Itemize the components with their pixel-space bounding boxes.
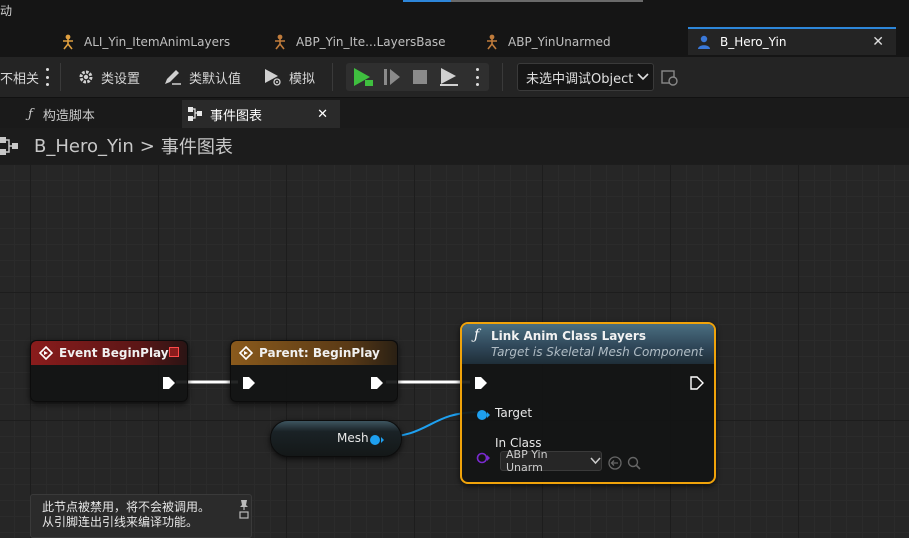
toolbar-divider	[60, 63, 61, 91]
event-graph-canvas[interactable]: Event BeginPlay Parent: BeginPlay Mesh ƒ…	[0, 164, 909, 538]
node-title: Link Anim Class Layers	[491, 329, 646, 343]
event-graph-icon	[188, 107, 202, 121]
event-graph-icon	[0, 136, 20, 156]
breadcrumb-separator: >	[139, 135, 155, 157]
eject-possess-icon[interactable]	[439, 67, 459, 91]
class-settings-button[interactable]: 类设置	[77, 57, 140, 97]
simulate-button[interactable]: 模拟	[263, 57, 315, 97]
exec-in-pin[interactable]	[474, 375, 488, 394]
tab-label: 构造脚本	[42, 108, 95, 124]
tooltip-line-1: 此节点被禁用，将不会被调用。	[42, 500, 211, 514]
gear-icon	[77, 68, 95, 86]
disabled-node-tooltip: 此节点被禁用，将不会被调用。 从引脚连出引线来编译功能。	[30, 494, 252, 538]
close-icon[interactable]: ✕	[872, 34, 884, 50]
use-selected-asset-icon[interactable]	[608, 455, 622, 474]
delegate-pin-icon[interactable]	[169, 347, 179, 357]
function-icon: ƒ	[474, 327, 480, 343]
play-controls	[346, 63, 489, 91]
function-icon: ƒ	[28, 106, 33, 122]
anim-blueprint-icon	[272, 34, 288, 50]
active-indicator	[403, 0, 451, 2]
tooltip-line-2: 从引脚连出引线来编译功能。	[42, 515, 199, 529]
toolbar-divider	[502, 63, 503, 91]
tab-label: ABP_Yin_Ite...LayersBase	[296, 35, 446, 49]
node-title: Event BeginPlay	[59, 346, 169, 360]
target-pin[interactable]	[476, 406, 490, 425]
node-mesh-getter[interactable]: Mesh	[270, 420, 402, 457]
class-settings-label: 类设置	[101, 71, 141, 87]
toolbar-clipped-label: 不相关	[0, 71, 40, 87]
kebab-menu-icon[interactable]	[474, 67, 480, 87]
skip-frame-icon[interactable]	[383, 68, 401, 90]
tab-abp-yin-itemlayersbase[interactable]: ABP_Yin_Ite...LayersBase	[272, 27, 446, 57]
tab-b-hero-yin[interactable]: B_Hero_Yin ✕	[688, 27, 896, 55]
tab-label: B_Hero_Yin	[720, 35, 787, 49]
node-link-anim-class-layers[interactable]: ƒ Link Anim Class Layers Target is Skele…	[460, 322, 716, 484]
tab-construction-script[interactable]: ƒ 构造脚本	[22, 100, 174, 128]
graph-tab-bar: ƒ 构造脚本 事件图表 ✕	[0, 98, 909, 128]
blueprint-toolbar: 不相关 类设置 类默认值 模拟 未选中调试Object	[0, 57, 909, 98]
character-blueprint-icon	[696, 34, 712, 50]
inactive-indicator	[451, 0, 643, 2]
edit-defaults-icon	[163, 68, 183, 86]
exec-in-pin[interactable]	[242, 375, 256, 394]
debug-object-label: 未选中调试Object	[526, 71, 634, 87]
class-pin[interactable]	[476, 449, 490, 468]
search-icon[interactable]	[627, 455, 641, 474]
asset-tab-bar: ALI_Yin_ItemAnimLayers ABP_Yin_Ite...Lay…	[0, 27, 909, 57]
class-defaults-label: 类默认值	[189, 71, 242, 87]
breadcrumb-current: 事件图表	[160, 137, 233, 158]
tab-label: ALI_Yin_ItemAnimLayers	[84, 35, 231, 49]
exec-out-pin[interactable]	[162, 375, 176, 394]
anim-layer-icon	[60, 34, 76, 50]
play-icon[interactable]	[352, 67, 374, 91]
node-header: ƒ Link Anim Class Layers Target is Skele…	[462, 324, 714, 364]
kebab-menu-icon[interactable]	[44, 67, 50, 87]
node-parent-beginplay[interactable]: Parent: BeginPlay	[230, 340, 398, 402]
target-label: Target	[495, 406, 533, 420]
chevron-down-icon	[590, 457, 601, 465]
event-icon	[239, 346, 253, 360]
node-title: Parent: BeginPlay	[259, 346, 380, 360]
simulate-label: 模拟	[289, 71, 316, 87]
breadcrumb: B_Hero_Yin > 事件图表	[0, 128, 909, 164]
node-header: Parent: BeginPlay	[231, 341, 397, 365]
debug-object-dropdown[interactable]: 未选中调试Object	[517, 63, 654, 91]
close-icon[interactable]: ✕	[317, 107, 328, 122]
toolbar-clipped-button[interactable]: 不相关	[0, 57, 39, 97]
class-defaults-button[interactable]: 类默认值	[163, 57, 241, 97]
menu-fragment: 动	[0, 4, 13, 18]
tab-event-graph[interactable]: 事件图表 ✕	[182, 100, 340, 128]
node-subtitle: Target is Skeletal Mesh Component	[491, 345, 704, 359]
breadcrumb-root[interactable]: B_Hero_Yin	[34, 136, 134, 157]
simulate-icon	[263, 67, 283, 87]
mesh-label: Mesh	[337, 431, 369, 445]
anim-blueprint-icon	[484, 34, 500, 50]
event-icon	[39, 346, 53, 360]
in-class-value: ABP Yin Unarm	[506, 448, 548, 474]
exec-out-pin[interactable]	[370, 375, 384, 394]
node-event-beginplay[interactable]: Event BeginPlay	[30, 340, 188, 402]
in-class-dropdown[interactable]: ABP Yin Unarm	[500, 448, 602, 474]
tab-abp-yinunarmed[interactable]: ABP_YinUnarmed	[484, 27, 611, 57]
tab-ali-yin-itemanimlayers[interactable]: ALI_Yin_ItemAnimLayers	[60, 27, 230, 57]
stop-icon[interactable]	[412, 69, 428, 89]
tab-label: 事件图表	[210, 108, 263, 124]
object-out-pin[interactable]	[369, 432, 385, 451]
exec-out-pin[interactable]	[690, 375, 704, 394]
window-top-strip: 动	[0, 0, 909, 27]
tab-label: ABP_YinUnarmed	[508, 35, 611, 49]
pin-icon[interactable]	[239, 499, 249, 523]
chevron-down-icon	[637, 72, 649, 82]
debug-filter-icon[interactable]	[661, 69, 679, 91]
toolbar-divider	[332, 63, 333, 91]
node-header: Event BeginPlay	[31, 341, 187, 365]
